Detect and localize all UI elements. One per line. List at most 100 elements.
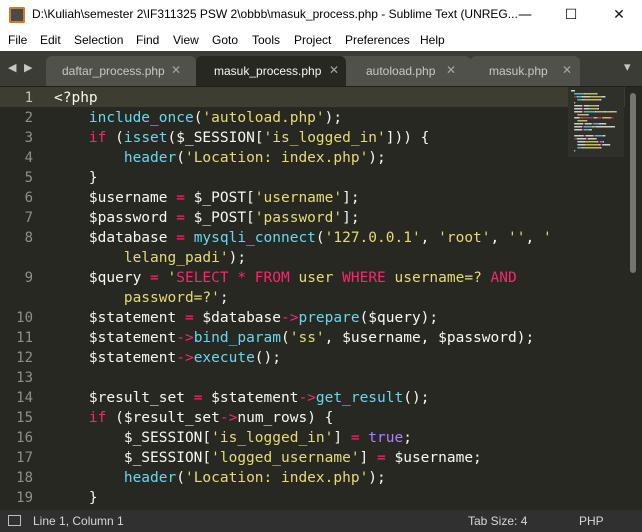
code-line[interactable]: $statement = $database->prepare($query); [54,308,438,328]
code-token: '' [508,230,526,246]
tab-scroll-right-icon[interactable]: ▶ [24,61,32,74]
code-line[interactable]: $_SESSION['is_logged_in'] = true; [54,428,412,448]
tab-close-icon[interactable]: ✕ [562,63,572,77]
code-token: include_once [88,110,194,126]
code-token: ); [228,250,247,266]
code-line[interactable]: lelang_padi'); [54,248,246,268]
minimap-token [599,141,603,143]
minimap-token [593,135,595,137]
minimap-token [574,93,584,95]
menu-view[interactable]: View [173,33,199,47]
minimap-token [585,144,599,146]
tab-close-icon[interactable]: ✕ [329,63,339,77]
minimize-button[interactable]: — [502,0,548,30]
minimap-token [603,141,604,143]
code-line[interactable]: $username = $_POST['username']; [54,188,360,208]
code-line[interactable]: if (isset($_SESSION['is_logged_in'])) { [54,128,430,148]
code-line[interactable]: $_SESSION['logged_username'] = $username… [54,448,482,468]
code-token: ( [176,150,185,166]
minimap-token [571,90,575,92]
minimap-token [582,117,593,119]
code-token: ; [219,290,229,306]
code-token: ' [167,270,177,286]
tab-masuk-process[interactable]: masuk_process.php ✕ [196,56,346,86]
code-editor[interactable]: 1 2 3 4 5 6 7 8 9 10 11 12 13 14 15 16 17 18 19 <?php incl… [0,87,642,510]
tab-scroll-left-icon[interactable]: ◀ [8,61,16,74]
code-token: password=?' [54,290,220,306]
code-token: $statement [54,330,177,346]
minimap[interactable] [568,87,628,157]
code-token: = [377,450,386,466]
code-line[interactable]: } [54,168,98,188]
minimap-token [583,129,590,131]
code-line[interactable]: header('Location: index.php'); [54,148,386,168]
code-token: get_result [315,390,404,406]
code-token: = [184,310,194,326]
line-number: 10 [16,310,33,326]
tab-overflow-icon[interactable]: ▾ [624,60,631,75]
code-token: = [176,210,185,226]
code-line[interactable]: password=?'; [54,288,229,308]
code-line[interactable]: $statement->execute(); [54,348,281,368]
menu-project[interactable]: Project [294,33,331,47]
minimap-token [577,96,582,98]
code-token: $_POST[ [184,210,255,226]
tab-close-icon[interactable]: ✕ [446,63,456,77]
menu-file[interactable]: File [8,33,27,47]
maximize-button[interactable]: ☐ [548,0,594,30]
panel-toggle-icon[interactable] [8,515,21,526]
menu-goto[interactable]: Goto [212,33,238,47]
tab-masuk[interactable]: masuk.php ✕ [470,56,580,86]
tab-close-icon[interactable]: ✕ [171,63,181,77]
cursor-position[interactable]: Line 1, Column 1 [33,514,124,528]
menu-find[interactable]: Find [136,33,159,47]
code-token: ); [368,470,386,486]
code-line[interactable]: $database = mysqli_connect('127.0.0.1', … [54,228,552,248]
code-line[interactable]: } [54,488,98,508]
code-line[interactable]: <?php [54,88,98,108]
minimap-token [593,117,598,119]
line-number: 11 [16,330,33,346]
scrollbar-thumb[interactable] [630,93,636,273]
code-line[interactable]: $result_set = $statement->get_result(); [54,388,430,408]
code-token: $password [54,210,177,226]
menu-help[interactable]: Help [420,33,445,47]
menu-preferences[interactable]: Preferences [345,33,410,47]
syntax-indicator[interactable]: PHP [579,514,604,528]
code-line[interactable]: $query = 'SELECT * FROM user WHERE usern… [54,268,517,288]
code-token: header [123,150,177,166]
code-line[interactable]: if ($result_set->num_rows) { [54,408,333,428]
code-token: $statement [54,310,185,326]
tab-bar: ◀ ▶ daftar_process.php ✕ autoload.php ✕ … [0,51,642,88]
code-line[interactable]: include_once('autoload.php'); [54,108,342,128]
code-line[interactable]: header('Location: index.php'); [54,468,386,488]
code-token: $statement [54,350,177,366]
minimap-token [574,126,583,128]
menu-bar: File Edit Selection Find View Goto Tools… [0,30,642,51]
close-button[interactable]: ✕ [596,0,642,30]
minimap-token [614,111,616,113]
minimap-token [577,141,586,143]
code-token: 'autoload.php' [202,110,325,126]
code-token: <?php [54,90,98,106]
minimap-token [583,105,590,107]
minimap-token [586,138,588,140]
code-token: $_SESSION[ [54,430,212,446]
code-token: lelang_padi' [54,250,229,266]
code-line[interactable]: $password = $_POST['password']; [54,208,360,228]
minimap-token [589,129,592,131]
tab-daftar-process[interactable]: daftar_process.php ✕ [46,56,196,86]
code-line[interactable]: $statement->bind_param('ss', $username, … [54,328,534,348]
code-token: , $username, $password); [324,330,535,346]
menu-edit[interactable]: Edit [40,33,61,47]
tab-autoload[interactable]: autoload.php ✕ [336,56,471,86]
code-token: username=? [385,270,491,286]
sublime-app-icon [9,7,25,23]
code-token: bind_param [193,330,281,346]
menu-tools[interactable]: Tools [252,33,280,47]
menu-selection[interactable]: Selection [74,33,123,47]
minimap-token [595,111,605,113]
tab-size-indicator[interactable]: Tab Size: 4 [468,514,527,528]
